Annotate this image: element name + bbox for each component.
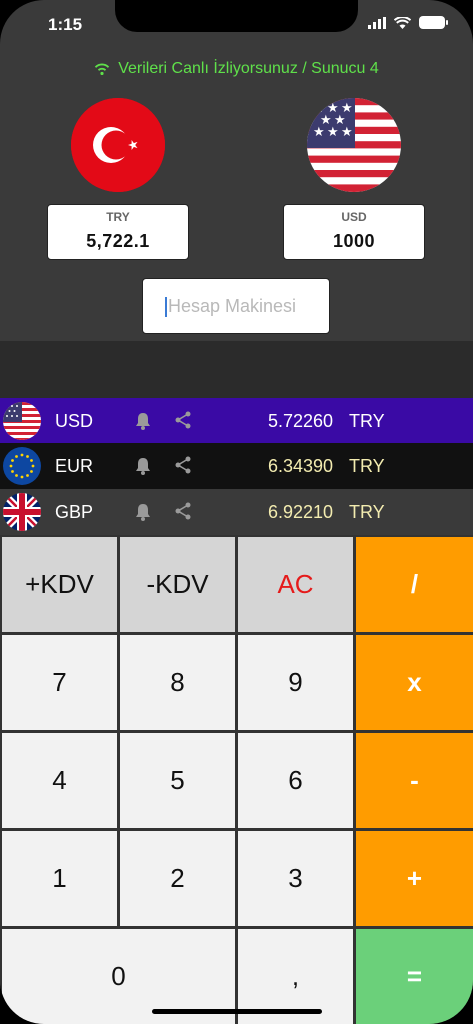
us-flag-icon [3, 402, 41, 440]
share-icon[interactable] [174, 456, 192, 474]
status-bar: 1:15 [0, 0, 473, 50]
digit-3-button[interactable]: 3 [238, 831, 353, 926]
plus-button[interactable]: + [356, 831, 473, 926]
rate-value: 6.34390 [268, 455, 334, 476]
status-time: 1:15 [48, 15, 83, 34]
minus-button[interactable]: - [356, 733, 473, 828]
rate-unit: TRY [349, 501, 385, 522]
svg-text:★: ★ [313, 125, 325, 140]
digit-7-button[interactable]: 7 [2, 635, 117, 730]
rate-value: 5.72260 [268, 410, 334, 431]
calculator-keypad: +KDV -KDV AC / 7 8 9 x 4 5 6 - 1 2 3 + 0… [0, 535, 473, 1024]
rate-code: GBP [55, 501, 94, 522]
clear-button[interactable]: AC [238, 537, 353, 632]
to-currency-code: USD [341, 210, 367, 224]
divide-button[interactable]: / [356, 537, 473, 632]
eu-flag-icon [3, 447, 41, 485]
rate-unit: TRY [349, 455, 385, 476]
from-currency-box[interactable]: TRY 5,722.1 [47, 204, 189, 260]
text-caret [165, 297, 167, 317]
live-status: Verileri Canlı İzliyorsunuz / Sunucu 4 [0, 60, 473, 78]
cellular-icon [368, 16, 386, 29]
uk-flag-icon [3, 493, 41, 531]
to-currency-box[interactable]: USD 1000 [283, 204, 425, 260]
rate-unit: TRY [349, 410, 385, 431]
digit-5-button[interactable]: 5 [120, 733, 235, 828]
calculator-placeholder: Hesap Makinesi [168, 295, 297, 316]
rate-row-eur[interactable]: EUR 6.34390 TRY [0, 443, 473, 489]
usa-flag-icon[interactable]: ★ ★ ★ ★ ★ ★ ★ ★ [307, 98, 401, 192]
bell-icon[interactable] [133, 456, 153, 476]
live-status-text: Verileri Canlı İzliyorsunuz / Sunucu 4 [118, 60, 379, 77]
digit-8-button[interactable]: 8 [120, 635, 235, 730]
svg-text:★: ★ [341, 125, 353, 140]
wifi-icon [394, 16, 411, 29]
bell-icon[interactable] [133, 502, 153, 522]
minus-kdv-button[interactable]: -KDV [120, 537, 235, 632]
rate-code: EUR [55, 455, 94, 476]
header-separator [0, 341, 473, 398]
rate-row-gbp[interactable]: GBP 6.92210 TRY [0, 489, 473, 535]
notch [115, 0, 358, 32]
turkey-flag-icon[interactable] [71, 98, 165, 192]
to-currency-value: 1000 [332, 231, 376, 251]
status-icons [368, 16, 448, 29]
calculator-input[interactable]: Hesap Makinesi [142, 278, 330, 334]
rate-code: USD [55, 410, 94, 431]
bell-icon[interactable] [133, 411, 153, 431]
digit-1-button[interactable]: 1 [2, 831, 117, 926]
from-currency-value: 5,722.1 [86, 231, 150, 251]
app-screen: 1:15 Verileri Canlı İzliyorsunuz / Sunuc… [0, 0, 473, 1024]
multiply-button[interactable]: x [356, 635, 473, 730]
share-icon[interactable] [174, 502, 192, 520]
digit-6-button[interactable]: 6 [238, 733, 353, 828]
rate-value: 6.92210 [268, 501, 334, 522]
plus-kdv-button[interactable]: +KDV [2, 537, 117, 632]
live-signal-icon [95, 63, 110, 75]
share-icon[interactable] [174, 411, 192, 429]
from-currency-code: TRY [106, 210, 130, 224]
battery-icon [419, 16, 448, 29]
svg-text:★: ★ [327, 125, 339, 140]
digit-4-button[interactable]: 4 [2, 733, 117, 828]
digit-2-button[interactable]: 2 [120, 831, 235, 926]
rate-row-usd[interactable]: USD 5.72260 TRY [0, 398, 473, 444]
home-indicator[interactable] [152, 1009, 322, 1014]
equals-button[interactable]: = [356, 929, 473, 1024]
digit-9-button[interactable]: 9 [238, 635, 353, 730]
